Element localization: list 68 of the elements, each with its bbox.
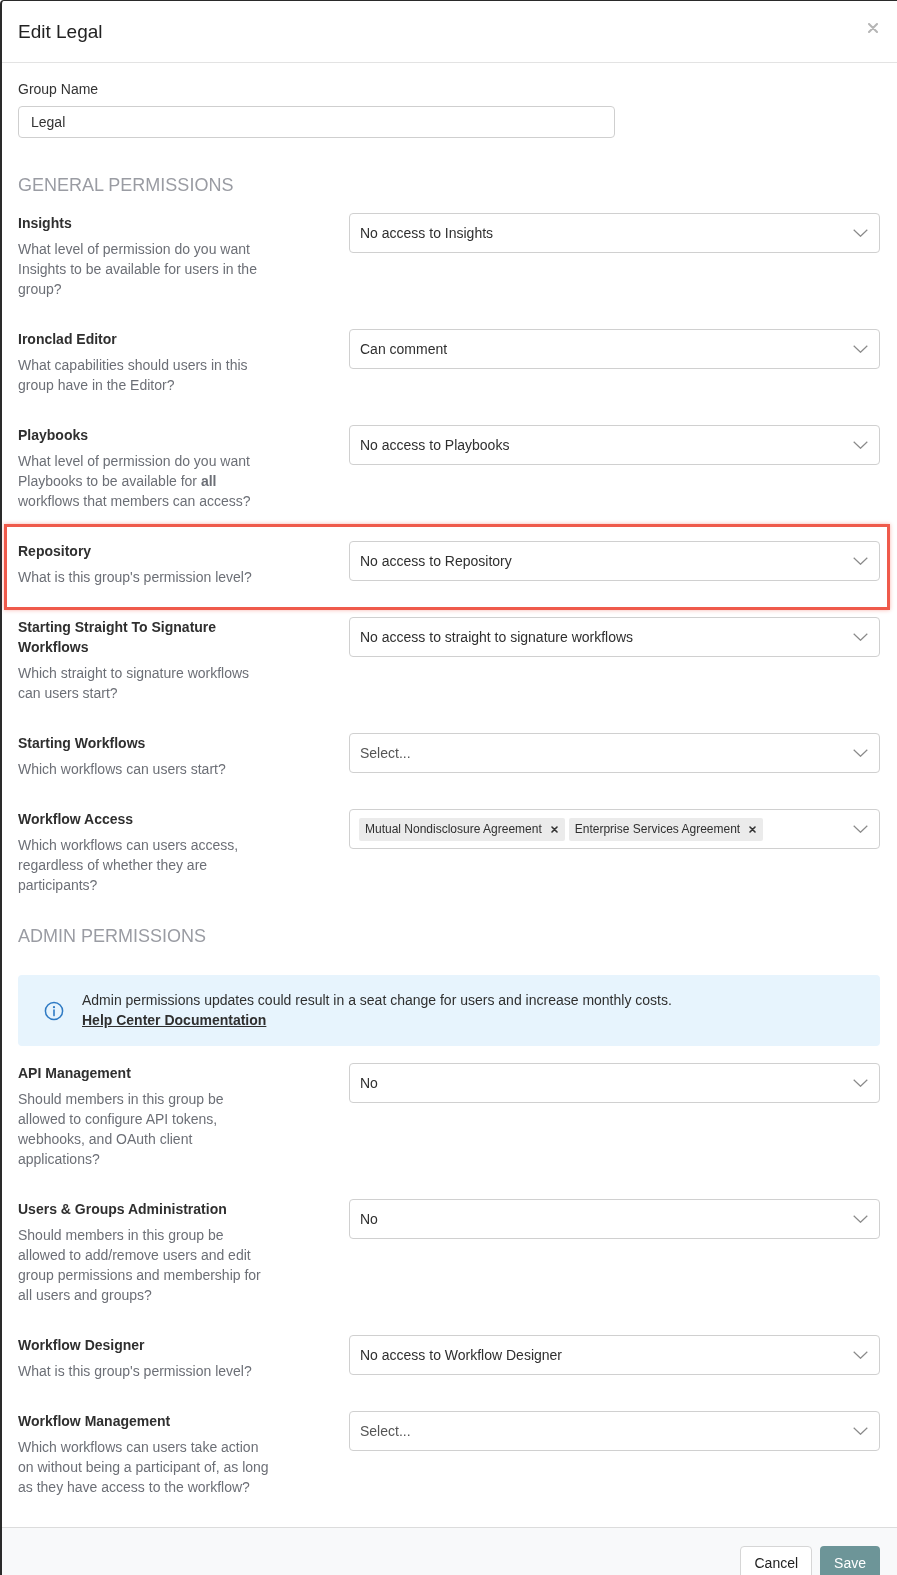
info-icon <box>44 1001 64 1021</box>
chevron-down-icon <box>853 441 868 449</box>
select-dropdown[interactable]: Mutual Nondisclosure Agreement Enterprise Services Agreement <box>349 809 880 849</box>
select-value: No access to straight to signature workflows <box>360 628 634 647</box>
select-dropdown[interactable]: No access to Workflow Designer <box>349 1335 880 1375</box>
field-label: Repository <box>18 542 93 561</box>
field-label: Workflow Access <box>18 810 135 829</box>
field-description: Should members in this group be allowed to add/remove users and edit group permissions and membership for all users and groups? <box>18 1226 262 1305</box>
select-value: No access to Workflow Designer <box>360 1346 563 1365</box>
chevron-down-icon <box>853 229 868 237</box>
select-dropdown[interactable]: No access to Insights <box>349 213 880 253</box>
select-placeholder: Select... <box>360 744 411 763</box>
field-label: Users & Groups Administration <box>18 1200 228 1219</box>
select-dropdown[interactable]: No <box>349 1063 880 1103</box>
select-value: No access to Playbooks <box>360 436 510 455</box>
remove-icon[interactable] <box>550 825 558 833</box>
field-label: Starting Workflows <box>18 734 147 753</box>
field-description: What level of permission do you want Insights to be available for users in the group? <box>18 240 258 299</box>
field-description: What capabilities should users in this group have in the Editor? <box>18 356 249 395</box>
select-dropdown[interactable]: Select... <box>349 1411 880 1451</box>
select-dropdown[interactable]: No access to straight to signature workflows <box>349 617 880 657</box>
field-label: Workflow Designer <box>18 1336 146 1355</box>
select-placeholder: Select... <box>360 1422 411 1441</box>
select-dropdown[interactable]: Select... <box>349 733 880 773</box>
cancel-button[interactable]: Cancel <box>740 1546 813 1575</box>
chevron-down-icon <box>853 1215 868 1223</box>
remove-icon[interactable] <box>749 825 757 833</box>
field-description: Should members in this group be allowed to configure API tokens, webhooks, and OAuth client applications? <box>18 1090 225 1169</box>
close-icon <box>868 22 878 33</box>
select-dropdown[interactable]: No <box>349 1199 880 1239</box>
section-heading: GENERAL PERMISSIONS <box>18 174 234 196</box>
chevron-down-icon <box>853 557 868 565</box>
chevron-down-icon <box>853 1427 868 1435</box>
field-description: Which workflows can users access, regardless of whether they are participants? <box>18 836 240 895</box>
chevron-down-icon <box>853 633 868 641</box>
modal-title: Edit Legal <box>18 19 103 44</box>
chevron-down-icon <box>853 1079 868 1087</box>
field-description: What is this group's permission level? <box>18 1362 253 1381</box>
field-label: Workflow Management <box>18 1412 172 1431</box>
field-label: Starting Straight To Signature Workflows <box>18 618 218 657</box>
select-dropdown[interactable]: Can comment <box>349 329 880 369</box>
field-description: Which workflows can users start? <box>18 760 227 779</box>
group-name-input[interactable]: Legal <box>18 106 615 138</box>
tag-label: Enterprise Services Agreement <box>574 821 741 837</box>
help-center-link[interactable]: Help Center Documentation <box>82 1010 267 1030</box>
chevron-down-icon <box>853 825 868 833</box>
select-value: Can comment <box>360 340 448 359</box>
field-label: Group Name <box>18 80 99 99</box>
select-dropdown[interactable]: No access to Repository <box>349 541 880 581</box>
select-value: No <box>360 1074 378 1093</box>
chevron-down-icon <box>853 749 868 757</box>
notice-text: Admin permissions updates could result in a seat change for users and increase monthly costs. <box>82 991 672 1010</box>
chevron-down-icon <box>853 345 868 353</box>
field-label: Insights <box>18 214 73 233</box>
select-value: No <box>360 1210 378 1229</box>
select-dropdown[interactable]: No access to Playbooks <box>349 425 880 465</box>
tag-label: Mutual Nondisclosure Agreement <box>365 821 542 837</box>
field-description: What is this group's permission level? <box>18 568 253 587</box>
select-value: No access to Insights <box>360 224 494 243</box>
field-label: Playbooks <box>18 426 90 445</box>
section-heading: ADMIN PERMISSIONS <box>18 925 207 947</box>
field-label: Ironclad Editor <box>18 330 118 349</box>
select-value: No access to Repository <box>360 552 512 571</box>
field-label: API Management <box>18 1064 132 1083</box>
chevron-down-icon <box>853 1351 868 1359</box>
field-description: Which workflows can users take action on without being a participant of, as long as they have access to the workflow? <box>18 1438 270 1497</box>
field-description: What level of permission do you want Playbooks to be available for all workflows that members can access? <box>18 452 252 511</box>
field-description: Which straight to signature workflows can users start? <box>18 664 251 703</box>
